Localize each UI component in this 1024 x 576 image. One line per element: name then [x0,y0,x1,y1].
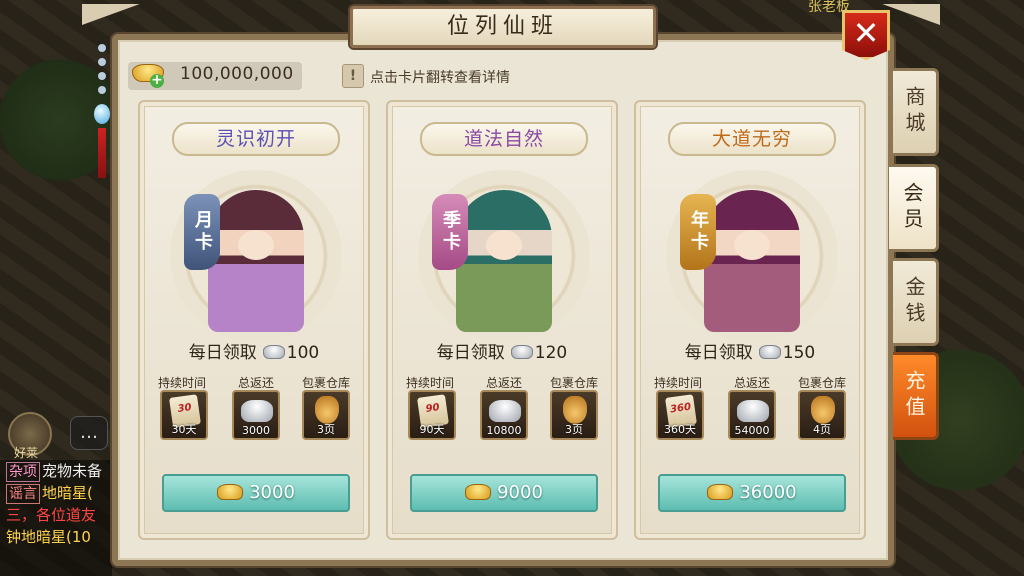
gold-ingot-icon [465,483,492,500]
duration-label: 持续时间 [653,376,702,390]
chat-line-text: 钟地暗星(10 [6,528,91,546]
bag-storage-box: 3页 [302,390,350,440]
total-return-label: 总返还 [733,376,770,390]
card-type-tag: 季卡 [432,194,468,270]
tab-membership[interactable]: 会员 [889,164,939,252]
close-button[interactable]: ✕ [842,10,890,60]
duration-box: 360 360天 [656,390,704,440]
total-return-box: 54000 [728,390,776,440]
daily-reward-amount: 120 [534,343,568,363]
panel-title: 位列仙班 [350,6,656,48]
duration-value: 360天 [664,423,696,436]
silver-ingot-icon [241,400,273,422]
chat-bubble-icon[interactable]: … [70,416,108,450]
chat-channel-tag: 谣言 [6,484,40,504]
treasure-bag-icon [315,396,339,424]
total-return-box: 3000 [232,390,280,440]
total-return-label: 总返还 [237,376,274,390]
buy-annual-button[interactable]: 36000 [658,474,846,512]
gold-ingot-add-icon[interactable]: + [132,58,166,90]
duration-box: 30 30天 [160,390,208,440]
chat-line: 谣言 地暗星( [6,482,112,504]
silver-icon [262,344,285,359]
bag-storage-label: 包裹仓库 [301,376,350,390]
bag-storage-value: 3页 [565,423,583,436]
tab-recharge[interactable]: 充值 [893,352,939,440]
duration-label: 持续时间 [405,376,454,390]
daily-reward-label: 每日领取 [684,343,753,363]
bag-storage-value: 3页 [317,423,335,436]
gold-ingot-icon [707,483,734,500]
panel-wing-left [82,4,142,34]
silver-ingot-icon [489,400,521,422]
chat-line-text: 三，各位道友 [6,506,97,524]
duration-label: 持续时间 [157,376,206,390]
jade-pendant-decoration [94,44,110,178]
bag-storage-box: 3页 [550,390,598,440]
card-type-tag: 年卡 [680,194,716,270]
annual-card[interactable]: 大道无穷 年卡 每日领取 150 持续时间 总返还 包裹仓库 360 360天 5… [634,100,866,540]
chat-channel-tag: 杂项 [6,462,40,482]
chat-line: 三，各位道友 [6,504,112,526]
total-return-box: 10800 [480,390,528,440]
info-icon: ! [342,64,364,88]
total-return-value: 10800 [486,424,522,437]
bag-storage-label: 包裹仓库 [549,376,598,390]
price-label: 9000 [497,482,543,503]
gold-ingot-icon [217,483,244,500]
daily-reward-amount: 100 [286,343,320,363]
daily-reward: 每日领取 150 [636,338,864,363]
daily-reward-label: 每日领取 [188,343,257,363]
bag-storage-label: 包裹仓库 [797,376,846,390]
chat-line: 钟地暗星(10 [6,526,112,548]
daily-reward-label: 每日领取 [436,343,505,363]
buy-monthly-button[interactable]: 3000 [162,474,350,512]
monthly-card[interactable]: 灵识初开 月卡 每日领取 100 持续时间 总返还 包裹仓库 30 30天 300… [138,100,370,540]
silver-icon [510,344,533,359]
chat-line: 杂项 宠物未备 [6,460,112,482]
silver-ingot-icon [737,400,769,422]
bag-storage-value: 4页 [813,423,831,436]
card-type-tag: 月卡 [184,194,220,270]
treasure-bag-icon [811,396,835,424]
bag-storage-box: 4页 [798,390,846,440]
treasure-bag-icon [563,396,587,424]
daily-reward-amount: 150 [782,343,816,363]
fairy-portrait [208,190,304,332]
duration-box: 90 90天 [408,390,456,440]
silver-icon [758,344,781,359]
fairy-portrait [704,190,800,332]
chat-line-text: 宠物未备 [42,462,103,480]
total-return-value: 54000 [734,424,770,437]
tab-shop[interactable]: 商城 [893,68,939,156]
duration-value: 90天 [419,423,445,436]
card-title: 道法自然 [420,122,588,156]
total-return-label: 总返还 [485,376,522,390]
daily-reward: 每日领取 120 [388,338,616,363]
chat-log[interactable]: 杂项 宠物未备 谣言 地暗星( 三，各位道友 钟地暗星(10 [0,460,112,576]
fairy-portrait [456,190,552,332]
duration-value: 30天 [171,423,197,436]
chat-line-text: 地暗星( [42,484,93,502]
hint-text: 点击卡片翻转查看详情 [370,70,510,86]
card-title: 灵识初开 [172,122,340,156]
total-return-value: 3000 [242,424,270,437]
card-title: 大道无穷 [668,122,836,156]
price-label: 3000 [249,482,295,503]
daily-reward: 每日领取 100 [140,338,368,363]
gold-balance-value: 100,000,000 [180,64,294,84]
price-label: 36000 [739,482,797,503]
tab-money[interactable]: 金钱 [893,258,939,346]
season-card[interactable]: 道法自然 季卡 每日领取 120 持续时间 总返还 包裹仓库 90 90天 108… [386,100,618,540]
hero-avatar-label: 好莱 [14,446,39,460]
buy-season-button[interactable]: 9000 [410,474,598,512]
